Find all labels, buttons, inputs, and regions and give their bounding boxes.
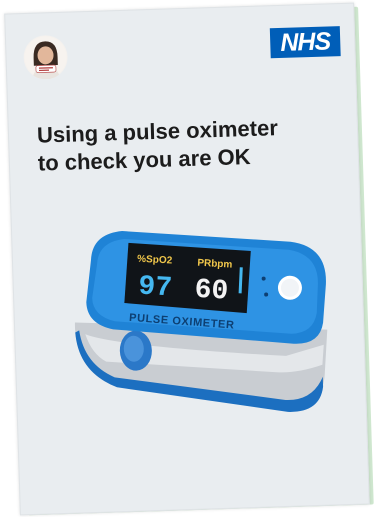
spo2-label: %SpO2 (137, 254, 173, 267)
pulse-oximeter-image: %SpO2 PRbpm 97 60 PULSE OXIMETER (51, 204, 358, 433)
scene: NHS Using a pulse oximeter to check you … (0, 0, 374, 517)
pr-value: 60 (194, 275, 229, 308)
avatar (22, 34, 69, 81)
pr-label: PRbpm (197, 258, 233, 271)
pulse-oximeter-illustration: %SpO2 PRbpm 97 60 PULSE OXIMETER (74, 231, 328, 412)
spo2-value: 97 (138, 272, 173, 305)
avatar-illustration (24, 36, 67, 80)
nhs-logo: NHS (269, 26, 341, 59)
page-title: Using a pulse oximeter to check you are … (37, 112, 339, 177)
leaflet-cover: NHS Using a pulse oximeter to check you … (4, 2, 370, 516)
